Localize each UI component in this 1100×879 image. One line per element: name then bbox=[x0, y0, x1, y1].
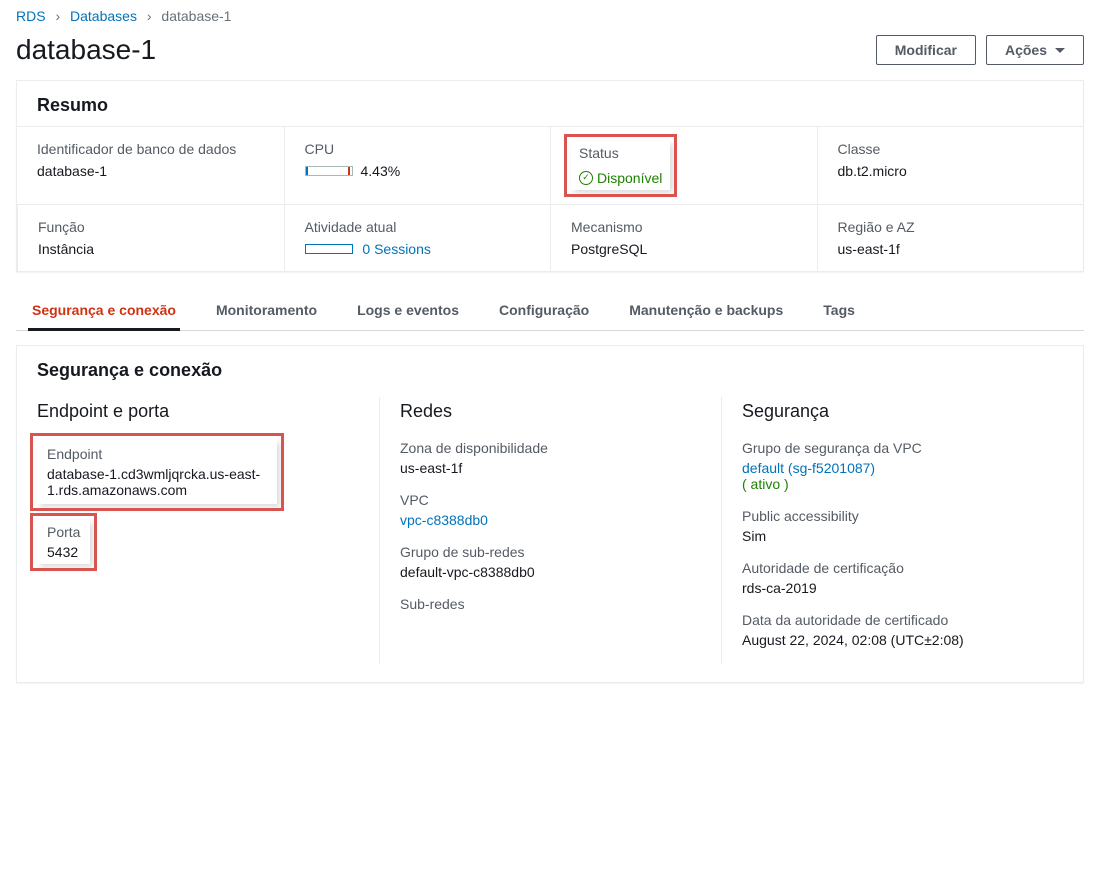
networks-heading: Redes bbox=[400, 401, 701, 422]
az-label: Zona de disponibilidade bbox=[400, 440, 701, 456]
port-value: 5432 bbox=[47, 544, 80, 560]
summary-panel: Resumo Identificador de banco de dados d… bbox=[16, 80, 1084, 272]
sg-active: ( ativo ) bbox=[742, 476, 789, 492]
role-label: Função bbox=[38, 219, 264, 235]
security-connection-panel: Segurança e conexão Endpoint e porta End… bbox=[16, 345, 1084, 683]
sg-label: Grupo de segurança da VPC bbox=[742, 440, 1043, 456]
tab-tags[interactable]: Tags bbox=[819, 290, 859, 331]
port-label: Porta bbox=[47, 524, 80, 540]
cpu-value: 4.43% bbox=[361, 163, 401, 179]
db-identifier-value: database-1 bbox=[37, 163, 264, 179]
detail-panel-title: Segurança e conexão bbox=[17, 346, 1083, 391]
cpu-label: CPU bbox=[305, 141, 531, 157]
subnet-group-value: default-vpc-c8388db0 bbox=[400, 564, 701, 580]
tab-logs-events[interactable]: Logs e eventos bbox=[353, 290, 463, 331]
summary-title: Resumo bbox=[17, 81, 1083, 126]
tab-configuration[interactable]: Configuração bbox=[495, 290, 593, 331]
vpc-link[interactable]: vpc-c8388db0 bbox=[400, 512, 488, 528]
engine-label: Mecanismo bbox=[571, 219, 797, 235]
ca-date-value: August 22, 2024, 02:08 (UTC±2:08) bbox=[742, 632, 1043, 648]
tab-bar: Segurança e conexão Monitoramento Logs e… bbox=[16, 290, 1084, 331]
public-accessibility-label: Public accessibility bbox=[742, 508, 1043, 524]
chevron-right-icon: › bbox=[55, 8, 60, 24]
actions-button-label: Ações bbox=[1005, 42, 1047, 58]
endpoint-label: Endpoint bbox=[47, 446, 267, 462]
ca-date-label: Data da autoridade de certificado bbox=[742, 612, 1043, 628]
db-identifier-label: Identificador de banco de dados bbox=[37, 141, 264, 157]
sg-link[interactable]: default (sg-f5201087) bbox=[742, 460, 875, 476]
activity-label: Atividade atual bbox=[305, 219, 531, 235]
page-title: database-1 bbox=[16, 34, 156, 66]
engine-value: PostgreSQL bbox=[571, 241, 797, 257]
region-value: us-east-1f bbox=[838, 241, 1064, 257]
breadcrumb-root[interactable]: RDS bbox=[16, 8, 46, 24]
actions-dropdown[interactable]: Ações bbox=[986, 35, 1084, 65]
class-value: db.t2.micro bbox=[838, 163, 1064, 179]
public-accessibility-value: Sim bbox=[742, 528, 1043, 544]
tab-security-connection[interactable]: Segurança e conexão bbox=[28, 290, 180, 331]
subnets-label: Sub-redes bbox=[400, 596, 701, 612]
cpu-bar-icon bbox=[305, 166, 353, 176]
modify-button[interactable]: Modificar bbox=[876, 35, 976, 65]
subnet-group-label: Grupo de sub-redes bbox=[400, 544, 701, 560]
activity-bar-icon bbox=[305, 244, 353, 254]
role-value: Instância bbox=[38, 241, 264, 257]
breadcrumb: RDS › Databases › database-1 bbox=[16, 0, 1084, 28]
tab-maintenance-backups[interactable]: Manutenção e backups bbox=[625, 290, 787, 331]
breadcrumb-current: database-1 bbox=[161, 8, 231, 24]
ca-value: rds-ca-2019 bbox=[742, 580, 1043, 596]
check-circle-icon bbox=[579, 171, 593, 185]
region-label: Região e AZ bbox=[838, 219, 1064, 235]
class-label: Classe bbox=[838, 141, 1064, 157]
tab-monitoring[interactable]: Monitoramento bbox=[212, 290, 321, 331]
status-value: Disponível bbox=[597, 170, 662, 186]
ca-label: Autoridade de certificação bbox=[742, 560, 1043, 576]
chevron-right-icon: › bbox=[147, 8, 152, 24]
modify-button-label: Modificar bbox=[895, 42, 957, 58]
endpoint-port-heading: Endpoint e porta bbox=[37, 401, 359, 422]
status-label: Status bbox=[579, 145, 662, 161]
caret-down-icon bbox=[1055, 48, 1065, 53]
endpoint-value: database-1.cd3wmljqrcka.us-east-1.rds.am… bbox=[47, 466, 267, 498]
breadcrumb-parent[interactable]: Databases bbox=[70, 8, 137, 24]
az-value: us-east-1f bbox=[400, 460, 701, 476]
vpc-label: VPC bbox=[400, 492, 701, 508]
security-heading: Segurança bbox=[742, 401, 1043, 422]
activity-value[interactable]: 0 Sessions bbox=[362, 241, 430, 257]
